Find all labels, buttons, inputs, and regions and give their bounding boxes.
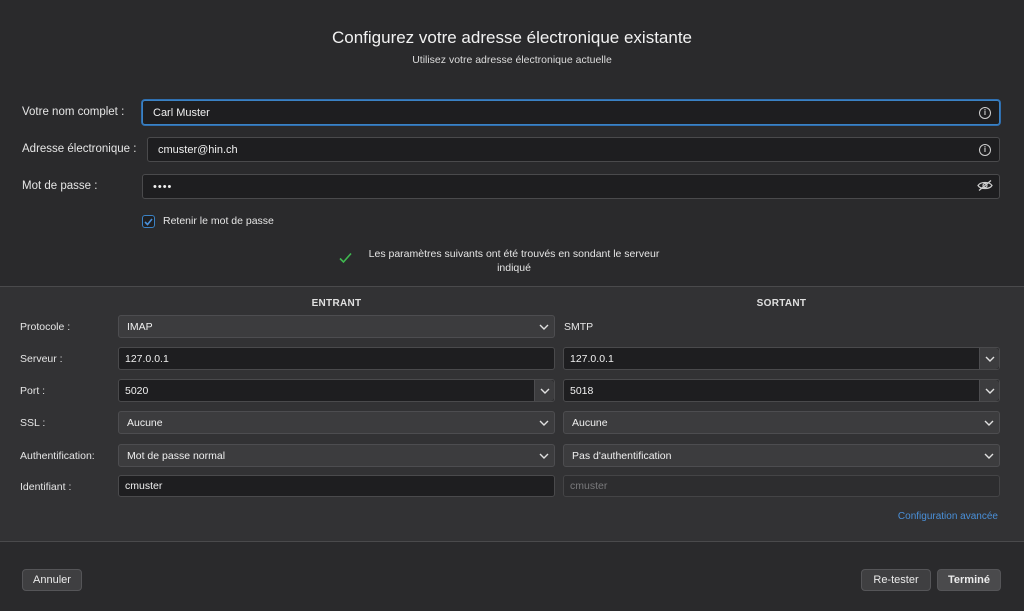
fullname-input[interactable]: Carl Muster i [142,100,1000,125]
chevron-down-icon [539,321,549,333]
email-value: cmuster@hin.ch [158,143,238,156]
chevron-down-icon [985,356,994,362]
incoming-header: ENTRANT [311,298,362,309]
incoming-auth-select[interactable]: Mot de passe normal [118,444,555,467]
outgoing-auth-select[interactable]: Pas d'authentification [563,444,1000,467]
outgoing-server-value: 127.0.0.1 [570,352,614,365]
incoming-port-dropdown-button[interactable] [534,380,554,401]
retest-button[interactable]: Re-tester [861,569,931,591]
outgoing-username-placeholder: cmuster [570,480,608,492]
chevron-down-icon [984,450,994,462]
password-label: Mot de passe : [22,180,98,192]
incoming-username-value: cmuster [125,480,163,492]
chevron-down-icon [985,388,994,394]
checkmark-icon [339,252,352,267]
chevron-down-icon [540,388,549,394]
port-label: Port : [20,385,46,397]
incoming-port-value: 5020 [125,384,149,397]
chevron-down-icon [984,417,994,429]
chevron-down-icon [539,450,549,462]
incoming-auth-value: Mot de passe normal [127,449,226,462]
checkmark-icon [144,217,153,226]
incoming-protocol-value: IMAP [127,320,153,333]
dialog-subtitle: Utilisez votre adresse électronique actu… [412,54,612,66]
outgoing-ssl-value: Aucune [572,416,608,429]
outgoing-port-dropdown-button[interactable] [979,380,999,401]
auth-label: Authentification: [20,450,95,462]
incoming-ssl-select[interactable]: Aucune [118,411,555,434]
incoming-ssl-value: Aucune [127,416,163,429]
outgoing-auth-value: Pas d'authentification [572,449,672,462]
outgoing-port-value: 5018 [570,384,594,397]
info-icon[interactable]: i [979,143,991,156]
outgoing-port-combo[interactable]: 5018 [563,379,1000,402]
info-icon[interactable]: i [979,106,991,119]
password-input[interactable]: •••• [142,174,1000,199]
fullname-value: Carl Muster [153,106,210,119]
incoming-port-combo[interactable]: 5020 [118,379,555,402]
protocol-label: Protocole : [20,321,71,333]
section-divider [0,541,1024,542]
outgoing-server-combo[interactable]: 127.0.0.1 [563,347,1000,370]
incoming-server-input[interactable]: 127.0.0.1 [118,347,555,370]
chevron-down-icon [539,417,549,429]
email-label: Adresse électronique : [22,143,137,155]
password-value: •••• [153,180,173,193]
incoming-server-value: 127.0.0.1 [125,352,169,365]
outgoing-header: SORTANT [756,298,807,309]
remember-password-label: Retenir le mot de passe [163,215,274,227]
done-button[interactable]: Terminé [937,569,1001,591]
outgoing-username-input[interactable]: cmuster [563,475,1000,497]
outgoing-ssl-select[interactable]: Aucune [563,411,1000,434]
advanced-config-link[interactable]: Configuration avancée [898,511,998,522]
email-input[interactable]: cmuster@hin.ch i [147,137,1000,162]
fullname-label: Votre nom complet : [22,106,125,118]
username-label: Identifiant : [20,481,72,493]
ssl-label: SSL : [20,417,46,429]
cancel-button[interactable]: Annuler [22,569,82,591]
status-message: Les paramètres suivants ont été trouvés … [368,248,660,274]
incoming-protocol-select[interactable]: IMAP [118,315,555,338]
outgoing-server-dropdown-button[interactable] [979,348,999,369]
outgoing-protocol-value: SMTP [564,321,594,333]
dialog-title: Configurez votre adresse électronique ex… [331,28,693,47]
remember-password-checkbox[interactable] [142,215,155,228]
incoming-username-input[interactable]: cmuster [118,475,555,497]
server-label: Serveur : [20,353,63,365]
eye-slash-icon[interactable] [977,179,993,194]
